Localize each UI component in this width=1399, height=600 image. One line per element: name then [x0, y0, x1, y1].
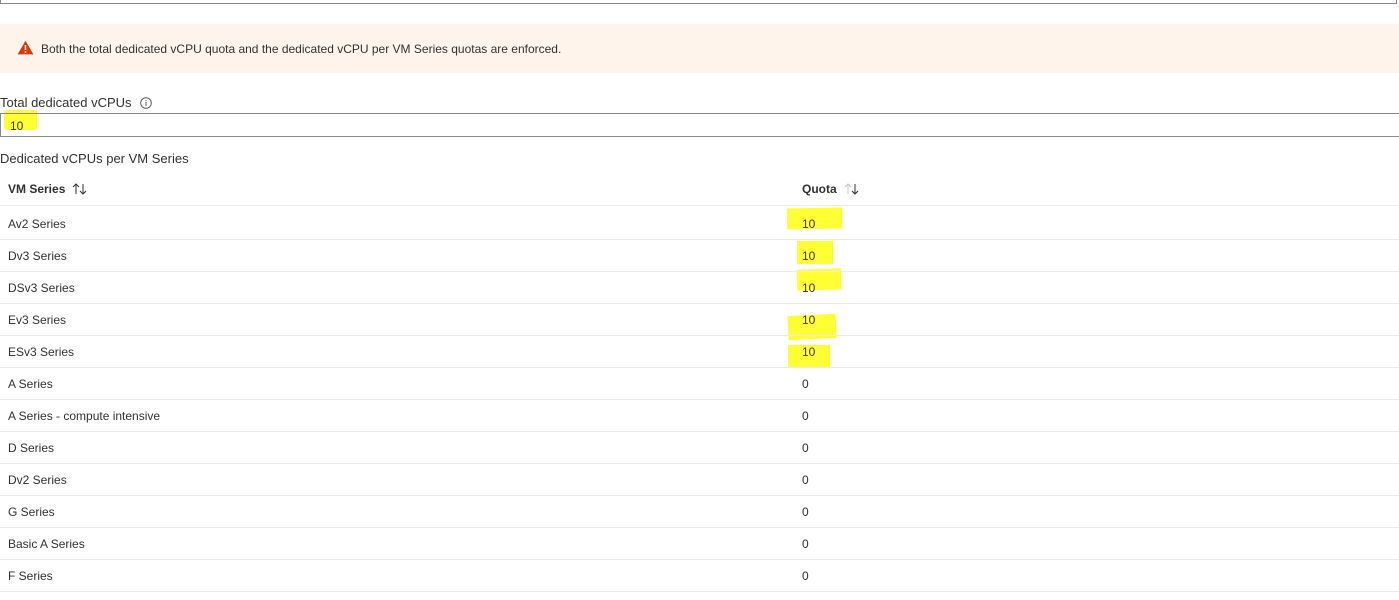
column-header-quota-label: Quota — [802, 182, 837, 196]
vm-series-cell: A Series - compute intensive — [8, 409, 161, 423]
table-row[interactable]: Basic A Series 0 — [0, 528, 1399, 560]
quota-value: 0 — [802, 473, 809, 487]
vm-series-cell: Dv2 Series — [8, 473, 67, 487]
quota-cell: 0 — [802, 537, 809, 551]
quota-value: 10 — [802, 345, 816, 359]
warning-message-bar: Both the total dedicated vCPU quota and … — [0, 24, 1399, 73]
info-icon[interactable] — [139, 96, 152, 109]
quota-value: 0 — [802, 537, 809, 551]
table-row[interactable]: ESv3 Series 10 — [0, 336, 1399, 368]
vm-series-cell: ESv3 Series — [8, 345, 75, 359]
total-vcpus-value: 10 — [10, 119, 24, 133]
vm-series-cell: F Series — [8, 569, 53, 583]
quota-value: 0 — [802, 441, 809, 455]
total-vcpus-label: Total dedicated vCPUs — [0, 95, 152, 110]
column-header-vm-series-label: VM Series — [8, 182, 66, 196]
quota-cell: 10 — [802, 345, 815, 359]
quota-cell: 0 — [802, 569, 809, 583]
table-row[interactable]: F Series 0 — [0, 560, 1399, 592]
quota-cell: 10 — [802, 249, 815, 263]
table-row[interactable]: D Series 0 — [0, 432, 1399, 464]
quota-cell: 0 — [802, 377, 809, 391]
quota-value: 0 — [802, 505, 809, 519]
table-row[interactable]: G Series 0 — [0, 496, 1399, 528]
table-row[interactable]: Av2 Series 10 — [0, 208, 1399, 240]
quota-value: 0 — [802, 409, 809, 423]
sort-icon[interactable] — [72, 183, 88, 195]
vm-series-cell: Ev3 Series — [8, 313, 67, 327]
vm-series-cell: DSv3 Series — [8, 281, 75, 295]
vm-series-cell: A Series — [8, 377, 53, 391]
vm-series-table: Av2 Series 10 Dv3 Series 10 DSv3 Series 10 … — [0, 208, 1399, 592]
previous-field-border — [0, 0, 1397, 4]
table-row[interactable]: Ev3 Series 10 — [0, 304, 1399, 336]
per-series-title: Dedicated vCPUs per VM Series — [0, 151, 189, 166]
total-vcpus-label-text: Total dedicated vCPUs — [0, 95, 132, 110]
quota-cell: 0 — [802, 505, 809, 519]
quota-value: 10 — [802, 313, 816, 327]
quota-value: 0 — [802, 377, 809, 391]
quota-value: 10 — [802, 281, 816, 295]
table-row[interactable]: Dv2 Series 0 — [0, 464, 1399, 496]
table-row[interactable]: Dv3 Series 10 — [0, 240, 1399, 272]
vm-series-cell: Av2 Series — [8, 217, 66, 231]
quota-cell: 10 — [802, 313, 815, 327]
table-row[interactable]: A Series 0 — [0, 368, 1399, 400]
sort-icon[interactable] — [844, 183, 860, 195]
quota-cell: 0 — [802, 473, 809, 487]
table-row[interactable]: DSv3 Series 10 — [0, 272, 1399, 304]
vm-series-cell: Dv3 Series — [8, 249, 67, 263]
quota-value: 10 — [802, 249, 816, 263]
quota-cell: 10 — [802, 281, 815, 295]
quota-cell: 0 — [802, 409, 809, 423]
warning-icon — [17, 40, 34, 55]
quota-cell: 10 — [802, 217, 815, 231]
quota-cell: 0 — [802, 441, 809, 455]
warning-text: Both the total dedicated vCPU quota and … — [41, 42, 562, 56]
quota-value: 0 — [802, 569, 809, 583]
vm-series-cell: G Series — [8, 505, 55, 519]
column-header-quota[interactable]: Quota — [802, 182, 860, 196]
vm-series-cell: Basic A Series — [8, 537, 85, 551]
column-header-vm-series[interactable]: VM Series — [8, 182, 88, 196]
total-vcpus-input[interactable]: 10 — [0, 113, 1399, 137]
grid-header: VM Series Quota — [0, 174, 1399, 206]
table-row[interactable]: A Series - compute intensive 0 — [0, 400, 1399, 432]
vm-series-cell: D Series — [8, 441, 55, 455]
quota-value: 10 — [802, 217, 816, 231]
